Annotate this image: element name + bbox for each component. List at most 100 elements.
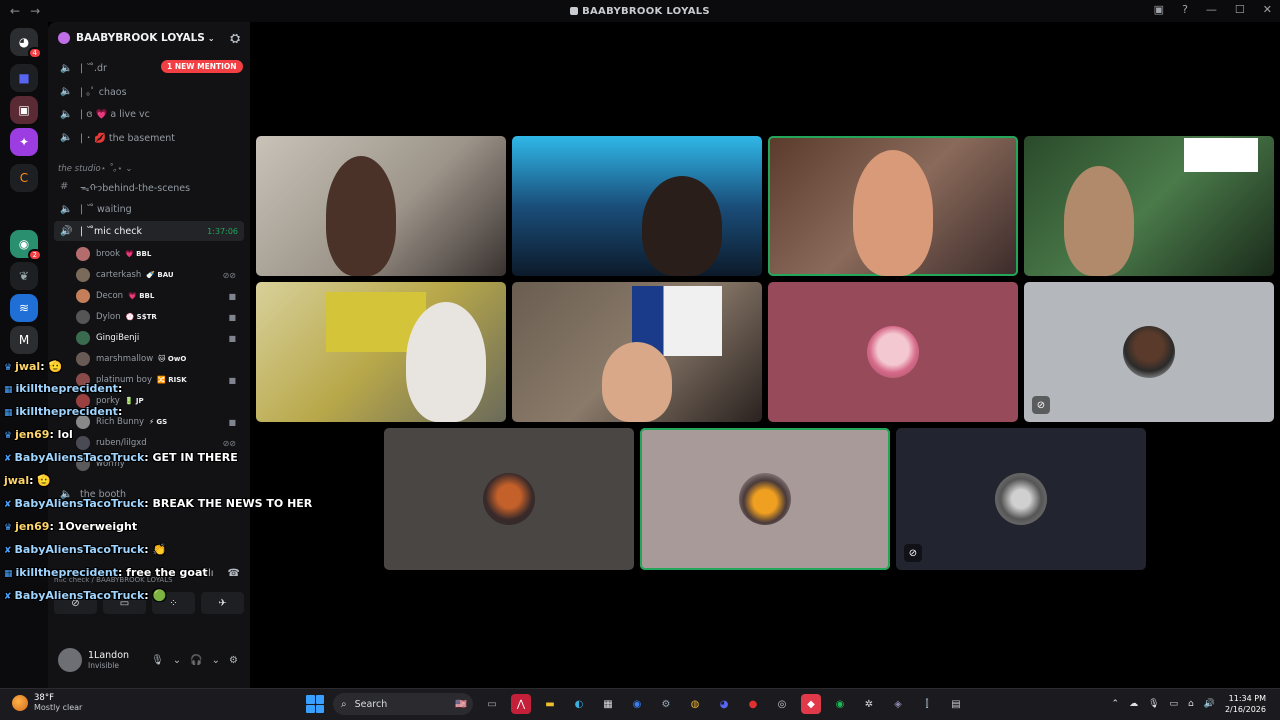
weather-widget[interactable]: 38°F Mostly clear [12,693,82,712]
camera-icon: ■ [228,312,236,322]
start-button[interactable] [306,695,324,713]
soundboard-icon[interactable]: ıllı [202,568,213,579]
voice-channel[interactable]: 🔈 | ˘ ̊ waiting [54,199,244,219]
video-tile[interactable] [256,136,506,276]
file-explorer-icon[interactable]: ▬ [540,694,560,714]
gear-icon[interactable]: ⚙ [229,655,238,666]
clock[interactable]: 11:34 PM 2/16/2026 [1225,693,1266,715]
app-icon-red[interactable]: ⋀ [511,694,531,714]
minimize-button[interactable]: — [1206,3,1217,16]
video-tile-speaking[interactable] [768,136,1018,276]
voice-channel[interactable]: 🔈 | ･ 💋 the basement [54,127,244,147]
discord-home-icon[interactable]: ◕ 4 [10,28,42,59]
settings-app-icon[interactable]: ⚙ [656,694,676,714]
video-tile[interactable] [512,136,762,276]
window-title-text: BAABYBROOK LOYALS [582,5,710,17]
server-icon-c[interactable]: C [10,164,38,192]
task-view-icon[interactable]: ▭ [482,694,502,714]
server-icon-blue[interactable]: ≋ [10,294,38,322]
channel-name: | ˘ ̊.dr [80,62,107,74]
edge-icon[interactable]: ◐ [569,694,589,714]
app-icon-gear[interactable]: ✲ [859,694,879,714]
server-header[interactable]: BAABYBROOK LOYALS ⌄ ⛭ [48,22,250,54]
video-tile[interactable] [1024,136,1274,276]
invite-people-icon[interactable]: ⛭ [230,31,240,46]
server-icon-purple[interactable]: ✦ [10,128,38,156]
participant-video [602,342,672,422]
microphone-tray-icon[interactable]: 🎙 [1148,699,1159,709]
voice-user[interactable]: carterkash 🍼 BAU ⊘⊘ [76,265,244,285]
voice-channel[interactable]: 🔈 | ｡ﾟ chaos [54,81,244,101]
clock-date: 2/16/2026 [1224,705,1266,714]
voice-user[interactable]: ruben/lilgxd ⊘⊘ [76,433,244,453]
voice-user-name: Decon [96,291,124,301]
avatar [76,289,90,303]
volume-icon[interactable]: 🔊 [1204,699,1215,709]
server-icon-mm[interactable]: M [10,326,38,354]
voice-user[interactable]: brook 💗 BBL [76,244,244,264]
close-button[interactable]: ✕ [1263,3,1272,16]
soundboard-button[interactable]: ✈ [201,592,244,614]
calculator-icon[interactable]: ▤ [946,694,966,714]
chevron-down-icon[interactable]: ⌄ [173,655,181,666]
voice-user[interactable]: GingiBenji ■ [76,328,244,348]
maximize-button[interactable]: ☐ [1235,3,1245,16]
app-icon-g[interactable]: ◉ [627,694,647,714]
app-icon-obs[interactable]: ◎ [772,694,792,714]
chevron-down-icon[interactable]: ⌄ [212,655,220,666]
server-badge-icon [58,32,70,44]
app-icon-record[interactable]: ● [743,694,763,714]
share-screen-button[interactable]: ▭ [103,592,146,614]
video-tile-avatar[interactable] [384,428,634,570]
voice-user[interactable]: marshmallow 🐱 OwO [76,349,244,369]
microphone-icon[interactable]: 🎙 [151,655,164,666]
display-icon[interactable]: ▭ [1170,699,1179,709]
voice-channel[interactable]: 🔈 | ɞ 💗 a live vc [54,104,244,124]
app-icon-arrow[interactable]: ◈ [888,694,908,714]
avatar[interactable] [58,648,82,672]
video-tile[interactable] [256,282,506,422]
channel-name: | ｡ﾟ chaos [80,87,127,98]
video-tile[interactable] [512,282,762,422]
video-tile-avatar-speaking[interactable] [640,428,890,570]
headphones-icon[interactable]: 🎧 [190,655,202,666]
title-bar: ← → BAABYBROOK LOYALS ▣ ? — ☐ ✕ [0,0,1280,22]
server-icon-game[interactable]: ◉ 2 [10,230,42,261]
disconnect-icon[interactable]: ☎ [228,568,240,579]
video-tile-avatar[interactable] [768,282,1018,422]
server-icon-folder[interactable]: ■ [10,64,38,92]
voice-channel[interactable]: 🔈 the booth [54,484,244,504]
search-label: Search [354,698,388,710]
discord-icon[interactable]: ◕ [714,694,734,714]
voice-user[interactable]: platinum boy 🔀 RISK ■ [76,370,244,390]
weather-temp: 38°F [34,693,54,703]
voice-user[interactable]: Dylon 💮 S$TR ■ [76,307,244,327]
app-icon-tool[interactable]: ⫿ [917,694,937,714]
voice-user[interactable]: wormy [76,454,244,474]
cloud-icon[interactable]: ☁ [1129,699,1138,709]
help-icon[interactable]: ? [1182,3,1188,16]
server-icon-red[interactable]: ▣ [10,96,38,124]
video-tile-avatar[interactable]: ⊘ [1024,282,1274,422]
user-controls: 🎙 ⌄ 🎧 ⌄ ⚙ [151,655,238,666]
new-mention-pill[interactable]: 1 NEW MENTION [161,60,243,73]
text-channel[interactable]: # ᯓᡣ𐭩behind-the-scenes [54,176,244,196]
voice-channel-active[interactable]: 🔊 | ˘ ̊mic check 1:37:06 [54,221,244,241]
network-icon[interactable]: ⌂ [1188,699,1194,709]
inbox-icon[interactable]: ▣ [1154,3,1164,16]
chevron-up-icon[interactable]: ⌃ [1112,699,1120,709]
spotify-icon[interactable]: ◉ [830,694,850,714]
user-info[interactable]: 1Landon Invisible [88,650,129,670]
server-icon-plant[interactable]: ❦ [10,262,38,290]
taskbar-search[interactable]: ⌕ Search 🇺🇸 [333,693,473,715]
store-icon[interactable]: ▦ [598,694,618,714]
activities-button[interactable]: ⁘ [152,592,195,614]
camera-off-button[interactable]: ⊘ [54,592,97,614]
voice-user[interactable]: Decon 💗 BBL ■ [76,286,244,306]
chrome-icon[interactable]: ◍ [685,694,705,714]
voice-user[interactable]: Rich Bunny ⚡ GS ■ [76,412,244,432]
voice-user[interactable]: porky 🔋 JP [76,391,244,411]
category-header[interactable]: the studio⋆ ˚｡⋆ ⌄ [58,162,132,174]
video-tile-avatar[interactable]: ⊘ [896,428,1146,570]
app-icon-pink[interactable]: ◆ [801,694,821,714]
